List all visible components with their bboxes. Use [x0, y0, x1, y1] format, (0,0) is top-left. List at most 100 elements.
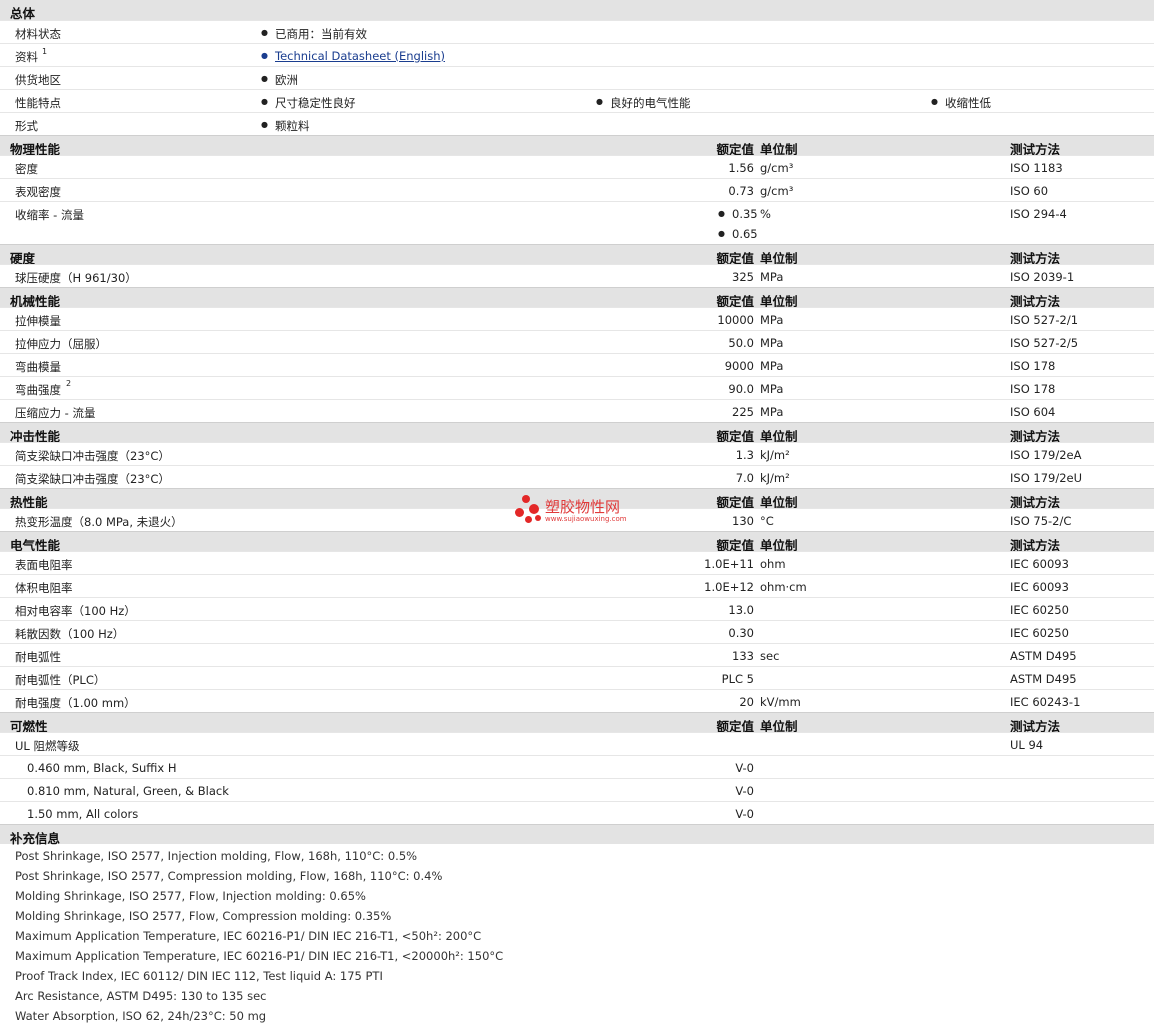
supplement-note: Molding Shrinkage, ISO 2577, Flow, Compr…	[15, 909, 392, 923]
watermark-url: www.sujiaowuxing.com	[545, 515, 627, 523]
row-value: 1.56	[728, 161, 754, 175]
row-value: PLC 5	[721, 672, 754, 686]
row-unit: sec	[760, 649, 780, 663]
supplement-note: Maximum Application Temperature, IEC 602…	[15, 949, 504, 963]
row-unit: %	[760, 207, 771, 221]
bullet-item: 已商用：当前有效	[261, 26, 367, 42]
row-method: ISO 75-2/C	[1010, 514, 1072, 528]
flammability-row: UL 阻燃等级 UL 94	[0, 732, 1154, 755]
row-method: IEC 60250	[1010, 603, 1069, 617]
row-value: 9000	[724, 359, 754, 373]
row-unit: MPa	[760, 359, 784, 373]
row-value: 225	[732, 405, 754, 419]
supplement-note: Post Shrinkage, ISO 2577, Compression mo…	[15, 869, 443, 883]
row-method: ISO 60	[1010, 184, 1049, 198]
supplement-note: Proof Track Index, IEC 60112/ DIN IEC 11…	[15, 969, 383, 983]
logo-dot-icon	[529, 504, 539, 514]
row-label: 资料	[15, 50, 38, 64]
watermark-logo: 塑胶物性网 www.sujiaowuxing.com	[515, 490, 645, 530]
row-label: 耐电强度（1.00 mm）	[15, 696, 136, 710]
row-value: 0.30	[728, 626, 754, 640]
bullet-item: 欧洲	[261, 72, 298, 88]
footnote-marker: 2	[66, 379, 72, 388]
row-label: 拉伸模量	[15, 314, 61, 328]
row-method: ISO 527-2/1	[1010, 313, 1079, 327]
section-header-flammability: 可燃性 额定值 单位制 测试方法	[0, 712, 1154, 734]
row-label: 耗散因数（100 Hz）	[15, 627, 125, 641]
row-value: 13.0	[728, 603, 754, 617]
row-value: 7.0	[735, 471, 754, 485]
row-value: 90.0	[728, 382, 754, 396]
supplement-note: Molding Shrinkage, ISO 2577, Flow, Injec…	[15, 889, 366, 903]
footnote-marker: 1	[42, 47, 48, 56]
logo-dot-icon	[525, 516, 532, 523]
general-row: 供货地区 欧洲	[0, 66, 1154, 89]
physical-row: 密度 1.56 g/cm³ ISO 1183	[0, 155, 1154, 178]
electrical-row: 耐电弧性（PLC） PLC 5 ASTM D495	[0, 666, 1154, 689]
row-label: 1.50 mm, All colors	[27, 807, 139, 821]
row-label: 表观密度	[15, 185, 61, 199]
row-unit: g/cm³	[760, 184, 794, 198]
row-method: ISO 1183	[1010, 161, 1063, 175]
section-title: 补充信息	[10, 831, 61, 846]
mechanical-row: 弯曲模量 9000 MPa ISO 178	[0, 353, 1154, 376]
section-header-electrical: 电气性能 额定值 单位制 测试方法	[0, 531, 1154, 553]
supplement-note: Maximum Application Temperature, IEC 602…	[15, 929, 482, 943]
supplement-note: Water Absorption, ISO 62, 24h/23°C: 50 m…	[15, 1009, 267, 1023]
row-label: 供货地区	[15, 73, 61, 87]
row-value: 1.0E+11	[704, 557, 754, 571]
row-value: V-0	[735, 784, 754, 798]
bullet-item: 颗粒料	[261, 118, 310, 134]
row-value: V-0	[735, 807, 754, 821]
row-unit: g/cm³	[760, 161, 794, 175]
row-label: 收缩率 - 流量	[15, 208, 84, 222]
row-label: 热变形温度（8.0 MPa, 未退火）	[15, 515, 183, 529]
section-header-physical: 物理性能 额定值 单位制 测试方法	[0, 135, 1154, 157]
row-unit: ohm·cm	[760, 580, 807, 594]
section-header-mechanical: 机械性能 额定值 单位制 测试方法	[0, 287, 1154, 309]
row-label: 形式	[15, 119, 38, 133]
row-method: ISO 179/2eU	[1010, 471, 1083, 485]
general-row: 资料 1 Technical Datasheet (English)	[0, 43, 1154, 66]
electrical-row: 相对电容率（100 Hz） 13.0 IEC 60250	[0, 597, 1154, 620]
hardness-row: 球压硬度（H 961/30） 325 MPa ISO 2039-1	[0, 264, 1154, 287]
row-method: UL 94	[1010, 738, 1044, 752]
row-method: IEC 60093	[1010, 580, 1069, 594]
section-header-hardness: 硬度 额定值 单位制 测试方法	[0, 244, 1154, 266]
watermark-name: 塑胶物性网	[545, 498, 621, 516]
electrical-row: 耐电强度（1.00 mm） 20 kV/mm IEC 60243-1	[0, 689, 1154, 712]
row-value: 0.73	[728, 184, 754, 198]
mechanical-row: 拉伸模量 10000 MPa ISO 527-2/1	[0, 307, 1154, 330]
row-label: 表面电阻率	[15, 558, 73, 572]
electrical-row: 耗散因数（100 Hz） 0.30 IEC 60250	[0, 620, 1154, 643]
row-label: UL 阻燃等级	[15, 739, 80, 753]
datasheet-link[interactable]: Technical Datasheet (English)	[261, 49, 445, 63]
mechanical-row: 拉伸应力（屈服） 50.0 MPa ISO 527-2/5	[0, 330, 1154, 353]
logo-dot-icon	[522, 495, 530, 503]
row-label: 压缩应力 - 流量	[15, 406, 96, 420]
electrical-row: 耐电弧性 133 sec ASTM D495	[0, 643, 1154, 666]
section-header-general: 总体	[0, 0, 1154, 21]
row-method: ISO 2039-1	[1010, 270, 1075, 284]
row-label: 耐电弧性	[15, 650, 61, 664]
physical-row: 表观密度 0.73 g/cm³ ISO 60	[0, 178, 1154, 201]
row-label: 弯曲模量	[15, 360, 61, 374]
physical-row: 收缩率 - 流量 0.35 0.65% ISO 294-4	[0, 201, 1154, 244]
row-unit: MPa	[760, 313, 784, 327]
row-label: 性能特点	[15, 96, 61, 110]
flammability-row: 0.460 mm, Black, Suffix H V-0	[0, 755, 1154, 778]
row-unit: kV/mm	[760, 695, 801, 709]
row-label: 拉伸应力（屈服）	[15, 337, 107, 351]
supplement-note: Arc Resistance, ASTM D495: 130 to 135 se…	[15, 989, 267, 1003]
row-method: ISO 178	[1010, 382, 1056, 396]
mechanical-row: 弯曲强度 2 90.0 MPa ISO 178	[0, 376, 1154, 399]
row-unit: MPa	[760, 405, 784, 419]
row-label: 材料状态	[15, 27, 61, 41]
row-method: ISO 178	[1010, 359, 1056, 373]
row-unit: kJ/m²	[760, 448, 790, 462]
row-method: ISO 527-2/5	[1010, 336, 1079, 350]
bullet-item: 尺寸稳定性良好	[261, 95, 356, 111]
bullet-item: 良好的电气性能	[596, 95, 691, 111]
row-value-2: 0.65	[718, 227, 758, 241]
row-unit: MPa	[760, 270, 784, 284]
